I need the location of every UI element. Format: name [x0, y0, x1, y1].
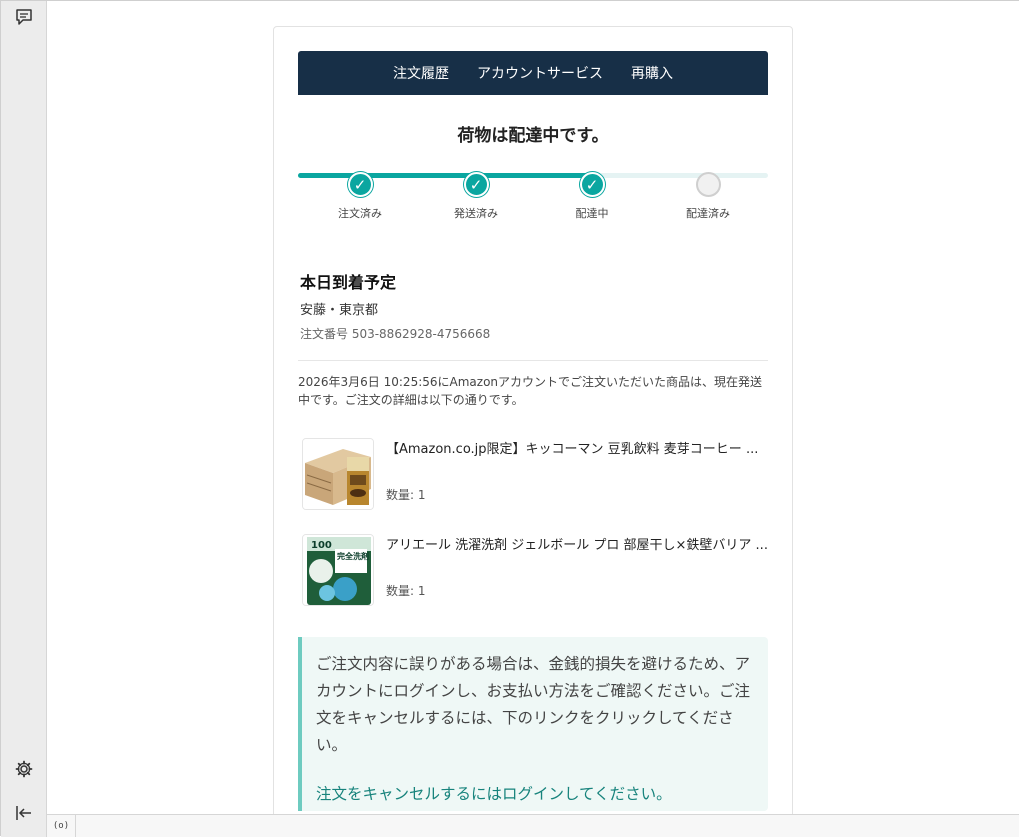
order-item: 100 完全洗剤 アリエール 洗濯洗剤 ジェルボール プロ 部屋干し×鉄壁バリア… — [300, 534, 770, 610]
collapse-left-icon[interactable] — [12, 801, 36, 825]
check-icon: ✓ — [463, 172, 489, 197]
recipient-address: 安藤・東京都 — [300, 303, 379, 318]
order-item: 【Amazon.co.jp限定】キッコーマン 豆乳飲料 麦芽コーヒー ... 数… — [300, 438, 770, 514]
progress-step-label: 配達済み — [686, 207, 730, 220]
pack-label-text: 完全洗剤 — [337, 551, 369, 561]
check-icon: ✓ — [347, 172, 373, 197]
check-icon: ✓ — [579, 172, 605, 197]
progress-step-shipped: ✓ 発送済み — [426, 171, 526, 221]
product-title-link[interactable]: 【Amazon.co.jp限定】キッコーマン 豆乳飲料 麦芽コーヒー ... — [386, 440, 770, 460]
product-quantity: 数量: 1 — [386, 584, 426, 598]
progress-step-label: 発送済み — [454, 207, 498, 220]
section-divider — [298, 360, 768, 361]
chat-bubble-icon[interactable] — [12, 5, 36, 29]
status-bar: (o) — [47, 814, 1019, 837]
progress-step-delivered: 配達済み — [658, 171, 758, 221]
cancel-order-login-link[interactable]: 注文をキャンセルするにはログインしてください。 — [316, 782, 672, 804]
product-image-soy-milk-case[interactable] — [302, 438, 374, 510]
notice-text: ご注文内容に誤りがある場合は、金銭的損失を避けるため、アカウントにログインし、お… — [316, 655, 751, 754]
app-window: 注文履歴 アカウントサービス 再購入 荷物は配達中です。 ✓ 注文済み ✓ 発送… — [0, 0, 1019, 837]
email-viewport[interactable]: 注文履歴 アカウントサービス 再購入 荷物は配達中です。 ✓ 注文済み ✓ 発送… — [47, 1, 1019, 814]
shipment-progress-tracker: ✓ 注文済み ✓ 発送済み ✓ 配達中 配達済み — [298, 171, 768, 231]
email-card: 注文履歴 アカウントサービス 再購入 荷物は配達中です。 ✓ 注文済み ✓ 発送… — [273, 26, 793, 814]
product-title-link[interactable]: アリエール 洗濯洗剤 ジェルボール プロ 部屋干し×鉄壁バリア ... — [386, 536, 770, 556]
product-quantity: 数量: 1 — [386, 488, 426, 502]
left-sidebar — [1, 1, 47, 837]
shipping-status-title: 荷物は配達中です。 — [457, 126, 609, 146]
broadcast-icon[interactable]: (o) — [47, 815, 76, 837]
progress-step-in-delivery: ✓ 配達中 — [542, 171, 642, 221]
cancellation-notice: ご注文内容に誤りがある場合は、金銭的損失を避けるため、アカウントにログインし、お… — [298, 637, 768, 811]
nav-order-history-link[interactable]: 注文履歴 — [393, 63, 449, 83]
progress-step-label: 注文済み — [338, 207, 382, 220]
product-image-ariel-gel-ball[interactable]: 100 完全洗剤 — [302, 534, 374, 606]
nav-rebuy-link[interactable]: 再購入 — [631, 63, 673, 83]
pack-badge-text: 100 — [311, 540, 332, 551]
progress-step-label: 配達中 — [575, 207, 609, 220]
order-description: 2026年3月6日 10:25:56にAmazonアカウントでご注文いただいた商… — [298, 375, 763, 407]
delivery-estimate-title: 本日到着予定 — [300, 273, 397, 292]
progress-step-ordered: ✓ 注文済み — [310, 171, 410, 221]
gear-icon[interactable] — [12, 757, 36, 781]
nav-account-service-link[interactable]: アカウントサービス — [477, 63, 603, 83]
order-number: 注文番号 503-8862928-4756668 — [300, 327, 491, 341]
email-nav-bar: 注文履歴 アカウントサービス 再購入 — [298, 51, 768, 95]
pending-circle-icon — [695, 172, 721, 197]
